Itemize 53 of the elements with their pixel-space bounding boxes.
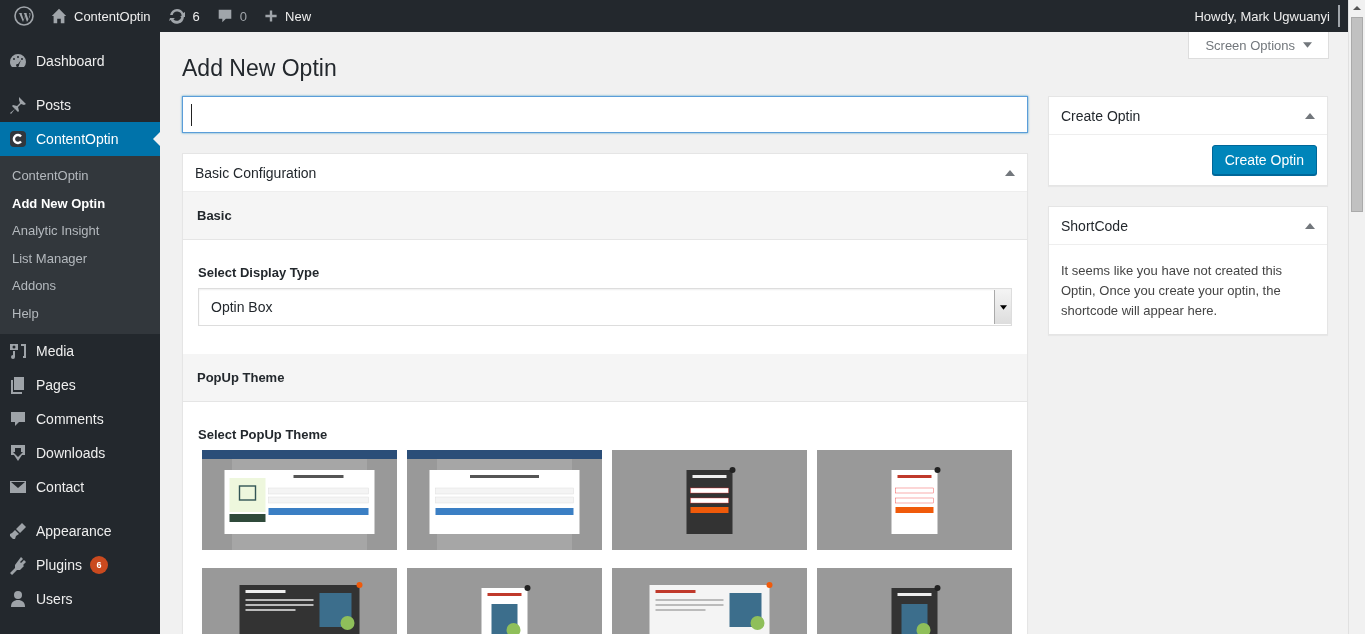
plus-icon [263,8,280,24]
field-label: Select PopUp Theme [197,426,329,444]
updates-link[interactable]: 6 [158,0,208,32]
sidebar-menu-item[interactable]: Appearance [0,504,160,548]
section-heading: PopUp Theme [183,354,1027,402]
title-input-field[interactable] [182,96,1028,133]
section-heading: Basic [183,192,1027,240]
box-title: Basic Configuration [195,164,317,181]
sidebar-menu-item[interactable]: ContentOptin [0,122,160,156]
box-title: Create Optin [1061,107,1141,124]
vertical-scrollbar[interactable] [1348,0,1365,634]
comments-link[interactable]: 0 [207,0,256,32]
sidebar-menu-item[interactable]: Posts [0,78,160,122]
new-content-link[interactable]: New [255,0,320,32]
sidebar-menu-item[interactable]: Media [0,334,160,368]
download-icon [8,443,28,463]
submenu-item[interactable]: Help [0,299,160,327]
account-greeting-link[interactable]: Howdy, Mark Ugwuanyi [1194,5,1340,27]
plug-icon [8,555,28,575]
c-logo-icon [8,129,28,149]
sidebar-menu-item[interactable]: Dashboard [0,44,160,78]
comment-bubble-icon [8,409,28,429]
sidebar-menu-item[interactable]: Users [0,582,160,616]
box-header[interactable]: Create Optin [1049,97,1327,135]
wordpress-logo-icon [14,6,34,26]
screen-options-tab[interactable]: Screen Options [1188,32,1329,59]
shortcode-message: It seems like you have not created this Optin, Once you create your optin, the shortcode will appear here. [1060,262,1284,320]
dropdown-triangle-icon [1303,42,1312,48]
field-label: Select Display Type [197,264,321,282]
sidebar-menu-item[interactable]: Plugins 6 [0,548,160,582]
user-icon [8,589,28,609]
sidebar-menu-item[interactable]: Contact [0,470,160,504]
home-icon [50,7,68,25]
submenu-item[interactable]: Add New Optin [0,189,160,217]
media-icon [8,341,28,361]
page-title: Add New Optin [182,54,337,83]
site-name-link[interactable]: ContentOptin [42,0,159,32]
sidebar-menu-item[interactable]: Comments [0,402,160,436]
submenu-item[interactable]: Addons [0,272,160,300]
box-title: ShortCode [1061,217,1128,234]
pushpin-icon [8,95,28,115]
submenu-item[interactable]: List Manager [0,244,160,272]
display-type-select[interactable]: Optin Box [198,288,1012,326]
dropdown-caret-icon [999,304,1007,310]
paintbrush-icon [8,521,28,541]
refresh-icon [166,6,187,26]
box-header[interactable]: ShortCode [1049,207,1327,245]
sidebar-menu-item[interactable]: Pages [0,368,160,402]
sidebar-menu-item[interactable]: Downloads [0,436,160,470]
submenu-item[interactable]: Analytic Insight [0,217,160,245]
update-count-badge: 6 [89,556,108,574]
submenu-item[interactable]: ContentOptin [0,162,160,190]
create-optin-button[interactable]: Create Optin [1211,145,1317,175]
